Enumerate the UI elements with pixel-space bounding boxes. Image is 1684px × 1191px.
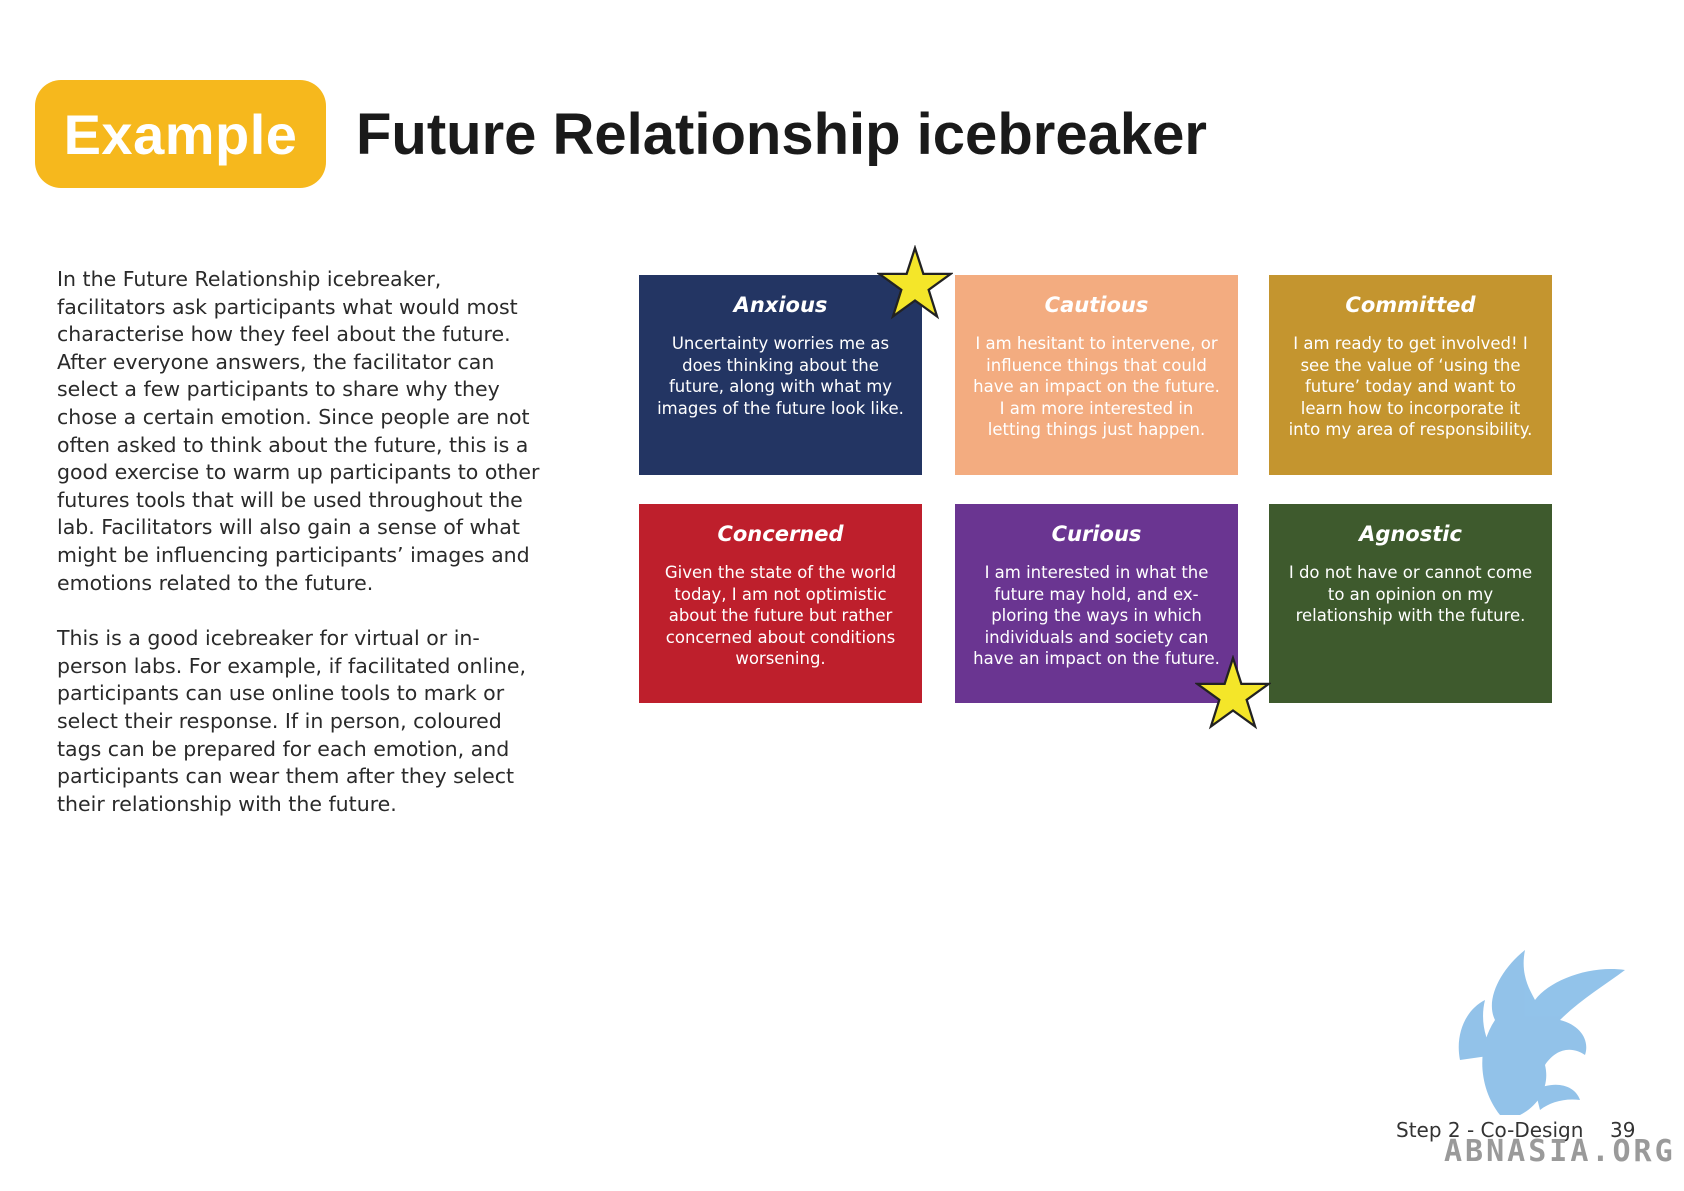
card-text: Uncertainty worries me as does thinking … [657,334,904,418]
page-title: Future Relationship icebreaker [356,102,1207,167]
card-title: Cautious [1044,293,1149,317]
card-committed: Committed I am ready to get involved! I … [1269,275,1552,475]
example-badge: Example [35,80,326,188]
card-text: I am hesitant to intervene, or influence… [973,334,1220,439]
star-icon [1195,655,1271,730]
emotion-card-grid: Anxious Uncertainty worries me as does t… [639,275,1554,705]
card-title: Committed [1345,293,1476,317]
card-title: Anxious [733,293,828,317]
badge-label: Example [63,102,298,166]
star-icon [877,245,953,320]
card-agnostic: Agnostic I do not have or cannot come to… [1269,504,1552,703]
card-title: Agnostic [1359,522,1462,546]
card-title: Concerned [717,522,844,546]
card-text: I am interested in what the future may h… [973,563,1220,668]
card-text: I do not have or cannot come to an opini… [1288,563,1533,625]
watermark-text: ABNASIA.ORG [1444,1134,1676,1169]
card-cautious: Cautious I am hesitant to intervene, or … [955,275,1238,475]
body-paragraph: In the Future Relationship icebreaker, f… [57,267,540,595]
card-title: Curious [1051,522,1142,546]
card-text: Given the state of the world today, I am… [664,563,897,668]
body-text: In the Future Relationship icebreaker, f… [57,266,549,846]
griffin-logo-icon [1458,950,1625,1115]
card-text: I am ready to get involved! I see the va… [1288,334,1533,439]
body-paragraph: This is a good icebreaker for virtual or… [57,626,526,816]
card-concerned: Concerned Given the state of the world t… [639,504,922,703]
